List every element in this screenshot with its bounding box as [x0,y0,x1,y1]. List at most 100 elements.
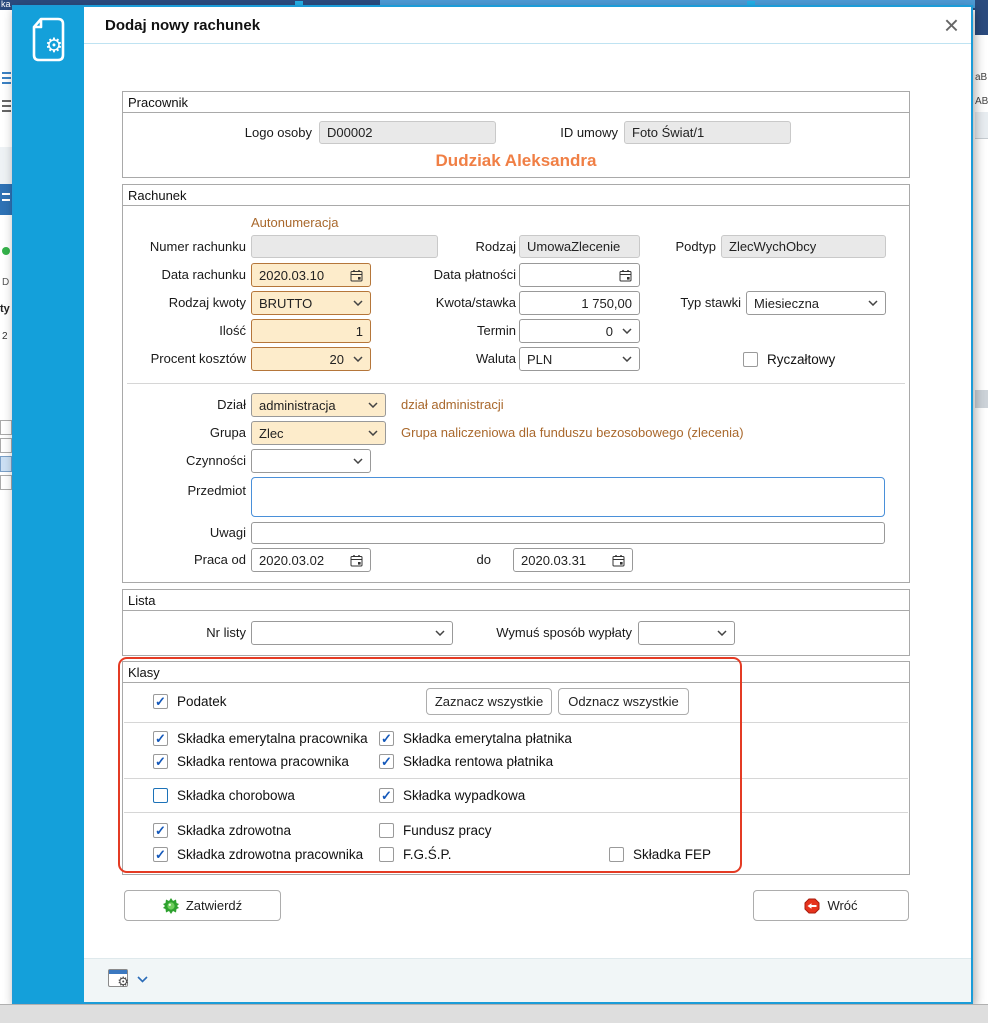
calendar-icon[interactable] [619,269,632,282]
section-rachunek: Rachunek Autonumeracja Numer rachunku Ro… [122,184,910,583]
divider [124,812,908,813]
czynnosci-label: Czynności [186,453,246,468]
calendar-icon[interactable] [350,554,363,567]
typ-stawki-select[interactable]: Miesieczna [746,291,886,315]
background-text: aB [975,72,988,83]
background-fragment [2,247,10,255]
fep-row[interactable]: Składka FEP [609,846,711,863]
zdrowotna-label: Składka zdrowotna [177,823,292,838]
ryczaltowy-checkbox[interactable] [743,352,758,367]
przedmiot-textarea[interactable] [251,477,885,517]
uwagi-input[interactable] [251,522,885,544]
confirm-icon [162,897,179,914]
podtyp-label: Podtyp [675,239,716,254]
podatek-checkbox[interactable]: ✓ [153,694,168,709]
emerytalna-pracownika-checkbox[interactable]: ✓ [153,731,168,746]
fundusz-pracy-checkbox[interactable] [379,823,394,838]
zdrowotna-checkbox[interactable]: ✓ [153,823,168,838]
termin-select[interactable]: 0 [519,319,640,343]
podatek-checkbox-row[interactable]: ✓ Podatek [153,693,227,710]
dzial-hint: dział administracji [401,397,504,412]
chorobowa-label: Składka chorobowa [177,788,295,803]
czynnosci-select[interactable] [251,449,371,473]
dialog-titlebar: Dodaj nowy rachunek [84,7,971,44]
grupa-select[interactable]: Zlec [251,421,386,445]
fundusz-pracy-label: Fundusz pracy [403,823,492,838]
rodzaj-label: Rodzaj [475,239,516,254]
divider [124,722,908,723]
chevron-down-icon [622,356,632,362]
close-button[interactable]: × [944,9,959,41]
wymus-sposob-wyplaty-label: Wymuś sposób wypłaty [496,625,632,640]
rentowa-pracownika-row[interactable]: ✓ Składka rentowa pracownika [153,753,349,770]
section-pracownik: Pracownik Logo osoby D00002 ID umowy Fot… [122,91,910,178]
id-umowy-label: ID umowy [560,125,618,140]
zdrowotna-row[interactable]: ✓ Składka zdrowotna [153,822,291,839]
podatek-label: Podatek [177,694,227,709]
section-klasy-title: Klasy [123,662,909,683]
zaznacz-wszystkie-button[interactable]: Zaznacz wszystkie [426,688,552,715]
zdrowotna-pracownika-row[interactable]: ✓ Składka zdrowotna pracownika [153,846,363,863]
fgsp-checkbox[interactable] [379,847,394,862]
zdrowotna-pracownika-checkbox[interactable]: ✓ [153,847,168,862]
praca-od-field[interactable]: 2020.03.02 [251,548,371,572]
rentowa-pracownika-label: Składka rentowa pracownika [177,754,349,769]
praca-do-field[interactable]: 2020.03.31 [513,548,633,572]
rentowa-platnika-checkbox[interactable]: ✓ [379,754,394,769]
uwagi-label: Uwagi [209,525,246,540]
fundusz-pracy-row[interactable]: Fundusz pracy [379,822,492,839]
dialog-dodaj-nowy-rachunek: ⚙ Dodaj nowy rachunek × Pracownik Logo o… [12,5,973,1004]
id-umowy-field[interactable]: Foto Świat/1 [624,121,791,144]
data-platnosci-field[interactable] [519,263,640,287]
fep-checkbox[interactable] [609,847,624,862]
wroc-button[interactable]: Wróć [753,890,909,921]
section-pracownik-title: Pracownik [123,92,909,113]
podtyp-field[interactable]: ZlecWychObcy [721,235,886,258]
background-fragment [0,438,12,453]
background-text: 2 [2,331,8,342]
waluta-select[interactable]: PLN [519,347,640,371]
footer-chevron-down-icon[interactable] [137,976,148,983]
background-text: ty [0,303,10,315]
person-name: Dudziak Aleksandra [435,151,597,170]
chevron-down-icon [868,300,878,306]
wypadkowa-checkbox[interactable]: ✓ [379,788,394,803]
wypadkowa-row[interactable]: ✓ Składka wypadkowa [379,787,525,804]
background-fragment [0,475,12,490]
fep-label: Składka FEP [633,847,712,862]
fgsp-row[interactable]: F.G.Ś.P. [379,846,452,863]
ryczaltowy-checkbox-row[interactable]: Ryczałtowy [743,351,835,368]
zatwierdz-button[interactable]: Zatwierdź [124,890,281,921]
document-gear-icon: ⚙ [32,17,65,62]
svg-text:⚙: ⚙ [45,35,63,57]
termin-label: Termin [476,323,516,338]
zdrowotna-pracownika-label: Składka zdrowotna pracownika [177,847,364,862]
chorobowa-checkbox[interactable] [153,788,168,803]
rentowa-pracownika-checkbox[interactable]: ✓ [153,754,168,769]
background-fragment [2,105,11,107]
waluta-label: Waluta [476,351,516,366]
rentowa-platnika-row[interactable]: ✓ Składka rentowa płatnika [379,753,553,770]
background-fragment [0,420,12,435]
odznacz-wszystkie-button[interactable]: Odznacz wszystkie [558,688,689,715]
nr-listy-select[interactable] [251,621,453,645]
background-fragment [975,0,988,35]
emerytalna-platnika-checkbox[interactable]: ✓ [379,731,394,746]
wymus-sposob-wyplaty-select[interactable] [638,621,735,645]
logo-osoby-label: Logo osoby [244,125,312,140]
dzial-select[interactable]: administracja [251,393,386,417]
section-lista-title: Lista [123,590,909,611]
background-fragment [2,77,11,79]
kwota-stawka-input[interactable]: 1 750,00 [519,291,640,315]
emerytalna-pracownika-row[interactable]: ✓ Składka emerytalna pracownika [153,730,368,747]
dialog-footer: ⚙ [84,958,971,1002]
dzial-label: Dział [217,397,246,412]
praca-od-label: Praca od [193,552,246,567]
chorobowa-row[interactable]: Składka chorobowa [153,787,295,804]
chevron-down-icon [622,328,632,334]
ryczaltowy-label: Ryczałtowy [767,352,836,367]
emerytalna-platnika-row[interactable]: ✓ Składka emerytalna płatnika [379,730,572,747]
back-icon [804,898,820,913]
window-settings-icon[interactable]: ⚙ [108,969,129,989]
calendar-icon[interactable] [612,554,625,567]
